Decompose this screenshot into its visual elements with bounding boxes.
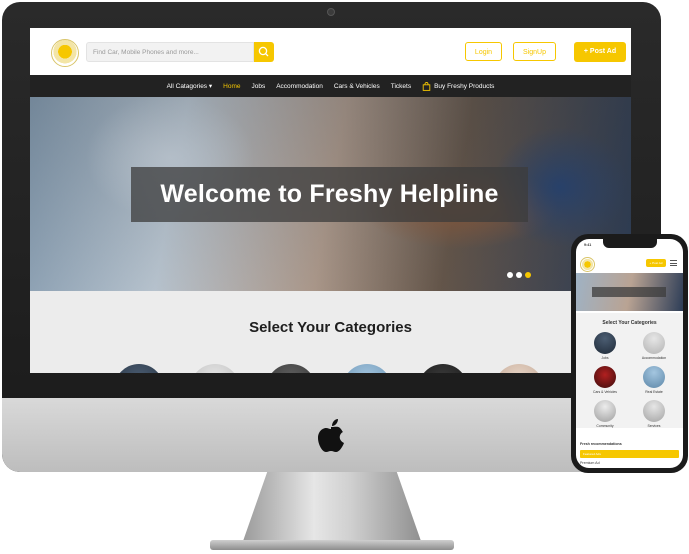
mobile-category-real-estate[interactable] (643, 366, 665, 388)
mobile-category-label: Services (647, 424, 661, 428)
mobile-recent-label: Premium Ad (580, 461, 600, 465)
mobile-category-label: Community (596, 424, 614, 428)
search-button[interactable] (254, 42, 274, 62)
site-logo[interactable] (51, 39, 79, 67)
slider-dot-1[interactable] (507, 272, 513, 278)
nav-item-tickets[interactable]: Tickets (391, 83, 411, 90)
camera-icon (327, 8, 335, 16)
mobile-category-label: Real Estate (645, 390, 663, 394)
category-circle-1[interactable] (114, 364, 164, 373)
nav-item-home[interactable]: Home (223, 83, 240, 90)
mobile-section-title: Fresh recommendations (580, 442, 622, 446)
mobile-category-label: Jobs (601, 356, 609, 360)
menu-icon[interactable] (670, 260, 677, 266)
mobile-hero-title-box (592, 287, 666, 297)
iphone-notch (603, 239, 657, 248)
mobile-category-accommodation[interactable] (643, 332, 665, 354)
signup-button[interactable]: SignUp (513, 42, 556, 61)
nav-item-all-categories[interactable]: All Catagories ▾ (167, 82, 213, 90)
nav-item-label: Buy Freshy Products (434, 82, 495, 90)
category-circle-3[interactable] (266, 364, 316, 373)
imac-stand (242, 472, 422, 544)
mobile-screen: 9:41 + Post Ad Select Your Categories Jo… (576, 239, 683, 468)
nav-item-accommodation[interactable]: Accommodation (276, 83, 323, 90)
mobile-hero (576, 273, 683, 311)
mobile-categories-section (576, 313, 683, 428)
mobile-post-ad-button[interactable]: + Post Ad (646, 259, 666, 267)
search-input[interactable]: Find Car, Mobile Phones and more... (86, 42, 254, 62)
mobile-category-services[interactable] (643, 400, 665, 422)
mobile-featured-bar[interactable]: Featured Ads (580, 450, 679, 458)
category-circle-2[interactable] (190, 364, 240, 373)
slider-dot-2[interactable] (516, 272, 522, 278)
apple-logo-icon (318, 419, 344, 452)
category-circle-4[interactable] (342, 364, 392, 373)
hero-banner: Welcome to Freshy Helpline (30, 97, 631, 291)
mobile-category-label: Cars & Vehicles (593, 390, 617, 394)
header: Find Car, Mobile Phones and more... Logi… (30, 28, 631, 75)
mobile-category-community[interactable] (594, 400, 616, 422)
hero-title: Welcome to Freshy Helpline (131, 167, 528, 222)
main-nav: All Catagories ▾ Home Jobs Accommodation… (30, 75, 631, 97)
categories-title: Select Your Categories (249, 319, 412, 336)
mobile-category-jobs[interactable] (594, 332, 616, 354)
post-ad-button[interactable]: + Post Ad (574, 42, 626, 62)
nav-item-cars-vehicles[interactable]: Cars & Vehicles (334, 83, 380, 90)
category-circle-6[interactable] (494, 364, 544, 373)
mobile-categories-title: Select Your Categories (602, 320, 657, 326)
imac-stand-base (210, 540, 454, 550)
mobile-logo[interactable] (580, 257, 595, 272)
slider-dot-3[interactable] (525, 272, 531, 278)
shopping-bag-icon (422, 81, 431, 91)
status-time: 9:41 (584, 243, 592, 247)
mobile-category-label: Accommodation (641, 356, 667, 360)
login-button[interactable]: Login (465, 42, 502, 61)
category-circle-5[interactable] (418, 364, 468, 373)
search-icon (258, 46, 269, 57)
nav-item-jobs[interactable]: Jobs (251, 83, 265, 90)
mobile-category-cars[interactable] (594, 366, 616, 388)
nav-item-buy-products[interactable]: Buy Freshy Products (422, 81, 495, 91)
desktop-screen: Find Car, Mobile Phones and more... Logi… (30, 28, 631, 373)
